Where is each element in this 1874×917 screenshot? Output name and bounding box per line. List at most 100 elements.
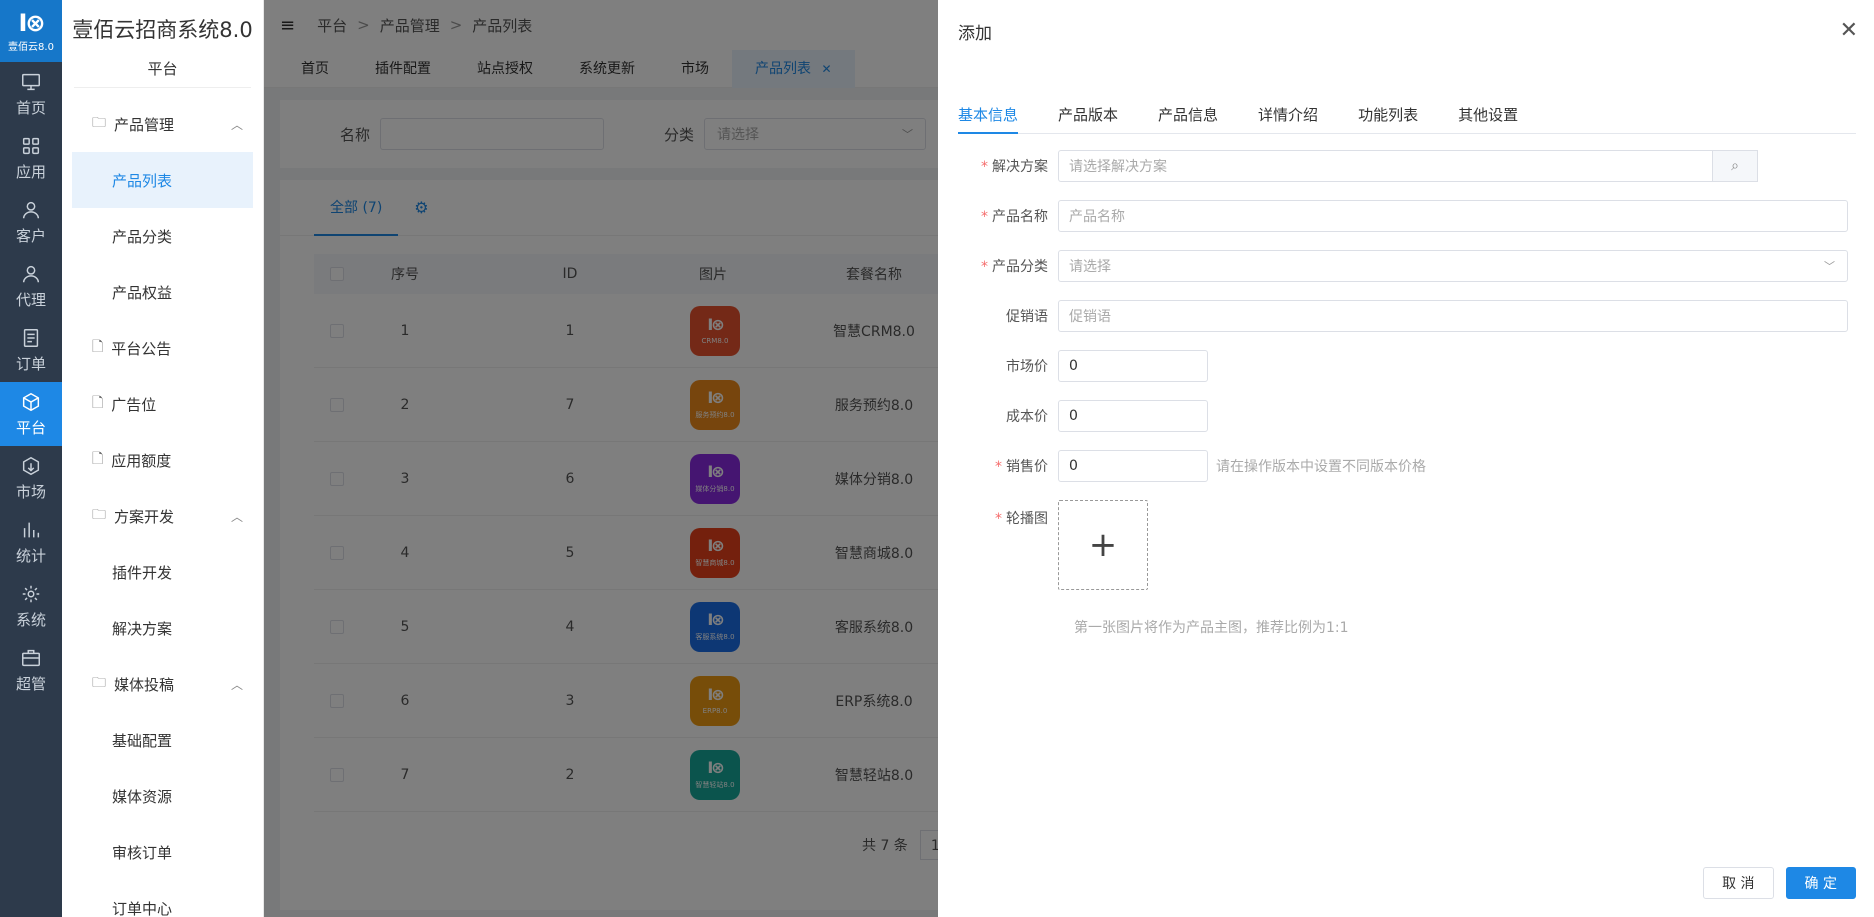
menu-item-product-category[interactable]: 产品分类 — [62, 208, 263, 264]
field-product-category: * 产品分类 请选择 ﹀ — [938, 250, 1848, 282]
market-icon — [22, 456, 40, 475]
promo-input[interactable]: 促销语 — [1058, 300, 1848, 332]
field-label: * 产品分类 — [981, 259, 1048, 275]
rail-item-label: 平台 — [15, 418, 46, 437]
market-price-input[interactable]: 0 — [1058, 350, 1208, 382]
sale-price-input[interactable]: 0 — [1058, 450, 1208, 482]
field-sale-price: * 销售价 0 请在操作版本中设置不同版本价格 — [938, 450, 1426, 482]
rail-item-label: 代理 — [15, 290, 46, 309]
cancel-button[interactable]: 取 消 — [1703, 867, 1774, 899]
rail-item-7[interactable]: 统计 — [0, 510, 62, 574]
image-upload[interactable]: + — [1058, 500, 1148, 590]
tab-product-version[interactable]: 产品版本 — [1058, 100, 1158, 134]
tab-feature-list[interactable]: 功能列表 — [1358, 100, 1458, 134]
chevron-up-icon: ︿ — [230, 677, 243, 692]
field-label: * 轮播图 — [995, 511, 1048, 527]
gear-icon — [22, 585, 40, 602]
file-icon: 🗋 — [92, 395, 104, 411]
rail-item-label: 客户 — [15, 226, 46, 245]
search-icon[interactable]: ⌕ — [1712, 150, 1758, 182]
product-category-select[interactable]: 请选择 ﹀ — [1058, 250, 1848, 282]
tab-detail-intro[interactable]: 详情介绍 — [1258, 100, 1358, 134]
document-icon — [23, 328, 39, 347]
confirm-button[interactable]: 确 定 — [1785, 867, 1856, 899]
rail-item-5[interactable]: 平台 — [0, 382, 62, 446]
monitor-icon — [22, 73, 40, 90]
rail-item-0[interactable]: 首页 — [0, 62, 62, 126]
rail-item-8[interactable]: 系统 — [0, 574, 62, 638]
field-market-price: 市场价 0 — [938, 350, 1208, 382]
add-drawer: 添加 ✕ 基本信息 产品版本 产品信息 详情介绍 功能列表 其他设置 * 解决方案… — [938, 0, 1874, 917]
drawer-title: 添加 — [958, 23, 992, 44]
rail-item-6[interactable]: 市场 — [0, 446, 62, 510]
logo-mark-icon: I⊗ — [18, 8, 45, 37]
folder-icon: 🗀 — [92, 115, 106, 131]
tab-other-settings[interactable]: 其他设置 — [1458, 100, 1558, 134]
menu-group-media[interactable]: 🗀 媒体投稿 ︿ — [62, 656, 263, 712]
close-icon[interactable]: ✕ — [1840, 20, 1858, 42]
rail-item-1[interactable]: 应用 — [0, 126, 62, 190]
rail-item-9[interactable]: 超管 — [0, 638, 62, 702]
menu-item-product-rights[interactable]: 产品权益 — [62, 264, 263, 320]
menu-item-base-config[interactable]: 基础配置 — [62, 712, 263, 768]
menu-item-media-resource[interactable]: 媒体资源 — [62, 768, 263, 824]
briefcase-icon — [22, 649, 40, 666]
menu-item-order-center[interactable]: 订单中心 — [62, 880, 263, 917]
solution-input[interactable]: 请选择解决方案 ⌕ — [1058, 150, 1758, 182]
rail-item-2[interactable]: 客户 — [0, 190, 62, 254]
logo: I⊗ 壹佰云8.0 — [0, 0, 62, 62]
file-icon: 🗋 — [92, 451, 104, 467]
sale-price-hint: 请在操作版本中设置不同版本价格 — [1216, 459, 1426, 475]
product-name-input[interactable]: 产品名称 — [1058, 200, 1848, 232]
rail-item-label: 市场 — [15, 482, 46, 501]
cost-price-input[interactable]: 0 — [1058, 400, 1208, 432]
menu-group-product[interactable]: 🗀 产品管理 ︿ — [62, 96, 263, 152]
nav-rail: I⊗ 壹佰云8.0 首页应用客户代理订单平台市场统计 系统 超管 — [0, 0, 62, 917]
field-label: 成本价 — [1006, 409, 1048, 425]
select-placeholder: 请选择 — [1069, 259, 1111, 275]
chevron-up-icon: ︿ — [230, 509, 243, 524]
user-icon — [22, 201, 40, 218]
menu-item-notice[interactable]: 🗋 平台公告 — [62, 320, 263, 376]
input-placeholder: 请选择解决方案 — [1069, 159, 1167, 175]
menu-group-label: 方案开发 — [114, 507, 175, 526]
menu-item-product-list[interactable]: 产品列表 — [72, 152, 253, 208]
file-icon: 🗋 — [92, 339, 104, 355]
menu-item-ads[interactable]: 🗋 广告位 — [62, 376, 263, 432]
input-placeholder: 促销语 — [1069, 309, 1111, 325]
logo-text: 壹佰云8.0 — [8, 41, 54, 53]
tab-product-info[interactable]: 产品信息 — [1158, 100, 1258, 134]
rail-item-4[interactable]: 订单 — [0, 318, 62, 382]
field-label: * 销售价 — [995, 459, 1048, 475]
field-label: * 产品名称 — [981, 209, 1048, 225]
rail-item-3[interactable]: 代理 — [0, 254, 62, 318]
tab-basic-info[interactable]: 基本信息 — [958, 100, 1019, 134]
system-title: 壹佰云招商系统8.0 — [72, 18, 253, 42]
input-placeholder: 产品名称 — [1069, 209, 1125, 225]
upload-tip: 第一张图片将作为产品主图，推荐比例为1:1 — [1074, 620, 1349, 636]
chevron-down-icon: ﹀ — [1824, 260, 1835, 273]
folder-icon: 🗀 — [92, 507, 106, 523]
section-title: 平台 — [74, 58, 251, 88]
field-label: * 解决方案 — [981, 159, 1048, 175]
field-cost-price: 成本价 0 — [938, 400, 1208, 432]
field-product-name: * 产品名称 产品名称 — [938, 200, 1848, 232]
plus-icon: + — [1088, 525, 1118, 565]
chart-icon — [23, 522, 40, 537]
user-icon — [22, 265, 40, 282]
menu-item-quota[interactable]: 🗋 应用额度 — [62, 432, 263, 488]
menu-item-plugin-dev[interactable]: 插件开发 — [62, 544, 263, 600]
menu-item-solution[interactable]: 解决方案 — [62, 600, 263, 656]
field-label: 市场价 — [1006, 359, 1048, 375]
menu-item-review-order[interactable]: 审核订单 — [62, 824, 263, 880]
cube-icon — [22, 392, 40, 411]
drawer-footer: 取 消 确 定 — [1691, 867, 1856, 899]
rail-item-label: 首页 — [15, 98, 46, 117]
chevron-up-icon: ︿ — [230, 117, 243, 132]
menu-group-label: 媒体投稿 — [114, 675, 175, 694]
menu-group-dev[interactable]: 🗀 方案开发 ︿ — [62, 488, 263, 544]
grid-icon — [22, 137, 40, 154]
rail-item-label: 应用 — [15, 162, 46, 181]
sub-menu: 壹佰云招商系统8.0 平台 🗀 产品管理 ︿ 产品列表 产品分类 产品权益 🗋 … — [62, 0, 264, 917]
field-label: 促销语 — [1006, 309, 1048, 325]
